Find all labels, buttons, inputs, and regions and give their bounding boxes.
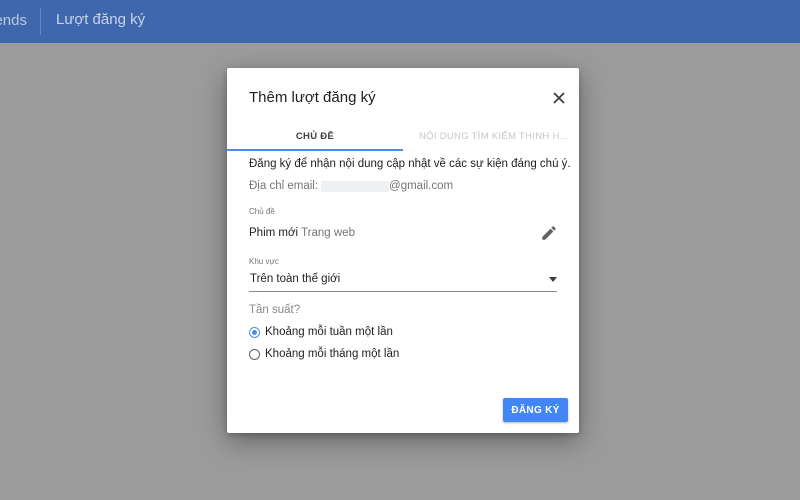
appbar-divider: [40, 8, 41, 35]
pencil-icon: [542, 226, 556, 240]
tab-bar: CHỦ ĐỀ NỘI DUNG TÌM KIẾM THỊNH H...: [227, 123, 579, 150]
app-brand: ends: [0, 12, 27, 29]
edit-topic-button[interactable]: [540, 224, 558, 242]
dialog-description: Đăng ký để nhận nội dung cập nhật về các…: [249, 158, 571, 170]
frequency-option-monthly[interactable]: Khoảng mỗi tháng một lần: [249, 346, 399, 362]
radio-weekly[interactable]: [249, 326, 260, 338]
radio-monthly[interactable]: [249, 348, 260, 360]
close-button[interactable]: [549, 88, 569, 108]
app-bar: ends Lượt đăng ký: [0, 0, 800, 43]
dropdown-arrow-icon: [549, 277, 557, 282]
email-label: Địa chỉ email:: [249, 180, 319, 192]
page-title: Lượt đăng ký: [56, 11, 146, 28]
add-subscription-dialog: Thêm lượt đăng ký CHỦ ĐỀ NỘI DUNG TÌM KI…: [227, 68, 579, 433]
topic-type: Trang web: [301, 227, 355, 239]
radio-label-weekly: Khoảng mỗi tuần một lần: [265, 326, 393, 338]
active-tab-indicator: [227, 149, 403, 151]
region-label: Khu vực: [249, 257, 279, 266]
email-redacted: [321, 180, 390, 192]
radio-label-monthly: Khoảng mỗi tháng một lần: [265, 348, 400, 360]
frequency-label: Tần suất?: [249, 304, 301, 316]
region-select[interactable]: Trên toàn thế giới: [249, 271, 557, 292]
tab-trending-searches[interactable]: NỘI DUNG TÌM KIẾM THỊNH H...: [403, 123, 579, 149]
dialog-title: Thêm lượt đăng ký: [249, 89, 376, 106]
topic-label: Chủ đề: [249, 207, 275, 216]
topic-row: Phim mới Trang web: [249, 224, 558, 243]
email-domain: @gmail.com: [389, 180, 454, 192]
frequency-option-weekly[interactable]: Khoảng mỗi tuần một lần: [249, 324, 393, 340]
topic-name: Phim mới: [249, 227, 302, 239]
region-value: Trên toàn thế giới: [250, 273, 341, 285]
close-icon: [553, 92, 565, 104]
tab-topic[interactable]: CHỦ ĐỀ: [227, 123, 403, 149]
subscribe-button[interactable]: ĐĂNG KÝ: [503, 398, 568, 422]
email-row: Địa chỉ email: @gmail.com: [249, 180, 453, 192]
